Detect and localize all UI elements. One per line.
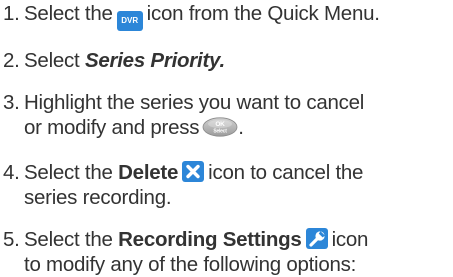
step-text-part: .	[238, 116, 244, 139]
ok-key-label: OK	[216, 121, 226, 128]
step-text: Select Series Priority.	[24, 48, 451, 73]
step-text-line-1: Select the Delete icon to cancel the	[24, 160, 451, 185]
step-text-line-2: or modify and press OK Select .	[24, 115, 451, 143]
step-2: 2. Select Series Priority.	[3, 48, 451, 73]
step-number: 1.	[3, 2, 20, 25]
step-text: Select the DVR icon from the Quick Menu.	[24, 1, 451, 31]
step-text-part: icon from the Quick Menu.	[146, 2, 380, 25]
step-text-line-1: Highlight the series you want to cancel	[24, 91, 365, 114]
step-number: 2.	[3, 49, 20, 72]
step-text-line-2: to modify any of the following options:	[24, 253, 357, 276]
step-text-part: Select	[24, 49, 80, 72]
step-text-part: Select the	[24, 2, 113, 25]
step-1: 1. Select the DVR icon from the Quick Menu…	[3, 1, 451, 31]
step-text-part: Select the	[24, 228, 113, 251]
select-key-label: Select	[214, 129, 228, 135]
step-3: 3. Highlight the series you want to canc…	[3, 90, 451, 143]
dvr-icon: DVR	[116, 11, 143, 31]
instruction-list: 1. Select the DVR icon from the Quick Menu…	[3, 0, 451, 277]
step-number: 4.	[3, 161, 20, 184]
step-number: 5.	[3, 228, 20, 251]
step-text-line-1: Select the Recording Settings icon	[24, 227, 451, 252]
series-priority-emphasis: Series Priority.	[84, 49, 225, 72]
step-4: 4. Select the Delete icon to cancel the …	[3, 160, 451, 210]
step-number: 3.	[3, 91, 20, 114]
delete-emphasis: Delete	[118, 161, 179, 184]
delete-x-icon	[182, 161, 205, 182]
step-text-line-2: series recording.	[24, 186, 172, 209]
step-text-part: icon	[331, 228, 369, 251]
step-text-part: icon to cancel the	[208, 161, 364, 184]
wrench-settings-icon	[305, 228, 328, 249]
step-text-part: Select the	[24, 161, 113, 184]
recording-settings-emphasis: Recording Settings	[118, 228, 302, 251]
ok-select-key-icon: OK Select	[202, 117, 238, 143]
step-text-part: or modify and press	[24, 116, 200, 139]
